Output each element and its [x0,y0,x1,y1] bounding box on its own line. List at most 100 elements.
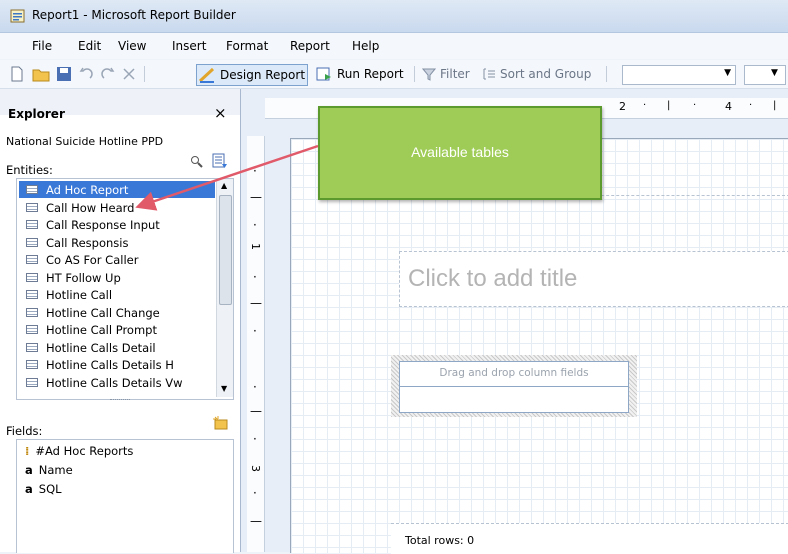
table-icon [26,273,38,282]
undo-button[interactable] [78,65,94,83]
table-icon [26,360,38,369]
ruler-mark: 2 [619,100,626,113]
menu-file[interactable]: File [32,39,52,53]
callout-box: Available tables [318,106,602,200]
save-button[interactable] [56,65,72,83]
ruler-tick: — [250,296,262,310]
list-item[interactable]: Call Responsis [19,234,128,251]
entities-label: Entities: [6,163,53,177]
ruler-mark: 4 [725,100,732,113]
undo-icon [79,67,93,79]
new-field-icon[interactable] [212,415,230,431]
close-icon[interactable]: × [214,104,227,122]
ruler-tick: | [667,100,671,111]
menu-format[interactable]: Format [226,39,268,53]
list-item[interactable]: Hotline Call Prompt [19,321,157,338]
table-header-row[interactable]: Drag and drop column fields [400,362,628,387]
open-folder-icon [32,69,50,82]
fields-list[interactable]: ⁞ #Ad Hoc Reports a Name a SQL [16,439,234,553]
run-report-label: Run Report [337,67,404,81]
run-icon [316,67,331,81]
table-icon [26,185,38,194]
table-placeholder-text: Drag and drop column fields [439,367,589,379]
aggregate-icon: ⁞ [25,443,30,458]
table-icon [26,238,38,247]
table-icon [26,290,38,299]
title-placeholder: Click to add title [408,265,578,292]
list-item[interactable]: Hotline Calls Details H [19,356,174,373]
report-builder-app-icon [10,9,25,23]
table-icon [26,220,38,229]
total-rows-text: Total rows: 0 [405,534,475,547]
ruler-tick: · [253,218,257,232]
list-item[interactable]: a SQL [19,480,62,497]
list-item[interactable]: a Name [19,461,73,478]
table-icon [26,308,38,317]
new-report-button[interactable] [10,65,26,83]
table-icon [26,378,38,387]
save-icon [57,67,71,81]
ruler-tick: · [253,380,257,394]
explorer-title: Explorer [8,107,65,121]
menu-insert[interactable]: Insert [172,39,206,53]
new-document-icon [11,66,23,82]
menu-bar: File Edit View Insert Format Report Help [0,33,788,59]
filter-button[interactable]: Filter [422,65,470,83]
ruler-tick: · [253,432,257,446]
sort-group-button[interactable]: Sort and Group [482,65,591,83]
list-item[interactable]: ⁞ #Ad Hoc Reports [19,442,133,459]
filter-label: Filter [440,67,470,81]
window-title: Report1 - Microsoft Report Builder [32,8,236,22]
scroll-down-icon[interactable]: ▼ [221,384,227,393]
fields-label: Fields: [6,424,43,438]
toolbar-separator [606,66,607,82]
table-placeholder[interactable]: Drag and drop column fields [399,361,629,413]
list-item[interactable]: Hotline Call [19,286,112,303]
ruler-mark: 1 [249,243,262,250]
font-name-combo[interactable]: ▼ [622,65,736,85]
ruler-tick: · [253,324,257,338]
list-item[interactable]: Hotline Call Change [19,304,160,321]
chevron-down-icon[interactable]: ▼ [724,68,731,78]
page-footer-region[interactable]: Total rows: 0 [391,523,788,554]
menu-help[interactable]: Help [352,39,379,53]
report-page[interactable]: Click to add title Drag and drop column … [290,138,788,554]
table-icon [26,325,38,334]
toolbar-separator [414,66,415,82]
table-icon [26,343,38,352]
font-size-combo[interactable]: ▼ [744,65,786,85]
run-report-button[interactable]: Run Report [316,65,404,83]
toolbar-separator [144,66,145,82]
text-field-icon: a [25,481,33,496]
list-item[interactable]: Hotline Calls Details Vw [19,374,183,391]
open-button[interactable] [32,65,50,83]
ruler-tick: · [693,100,697,111]
redo-button[interactable] [100,65,116,83]
list-item[interactable]: Call How Heard [19,199,134,216]
text-field-icon: a [25,462,33,477]
ruler-tick: — [250,404,262,418]
delete-icon [123,68,135,80]
list-item[interactable]: Co AS For Caller [19,251,138,268]
design-report-button[interactable]: Design Report [196,64,309,86]
table-icon [26,255,38,264]
ruler-mark: 3 [249,465,262,472]
ruler-tick: · [643,100,647,111]
delete-button[interactable] [122,65,136,83]
toolbar: Design Report Run Report Filter Sort and… [0,60,788,89]
menu-view[interactable]: View [118,39,146,53]
redo-icon [101,67,115,79]
menu-edit[interactable]: Edit [78,39,101,53]
sort-group-label: Sort and Group [500,67,592,81]
ruler-tick: · [749,100,753,111]
chevron-down-icon[interactable]: ▼ [771,68,778,78]
table-selection-frame[interactable]: Drag and drop column fields [391,355,637,417]
list-item[interactable]: HT Follow Up [19,269,121,286]
callout-text: Available tables [411,144,509,160]
menu-report[interactable]: Report [290,39,330,53]
title-textbox[interactable]: Click to add title [399,251,788,307]
list-item[interactable]: Hotline Calls Detail [19,339,156,356]
splitter-grip[interactable] [110,399,130,404]
ruler-tick: | [773,100,777,111]
filter-icon [422,68,436,81]
